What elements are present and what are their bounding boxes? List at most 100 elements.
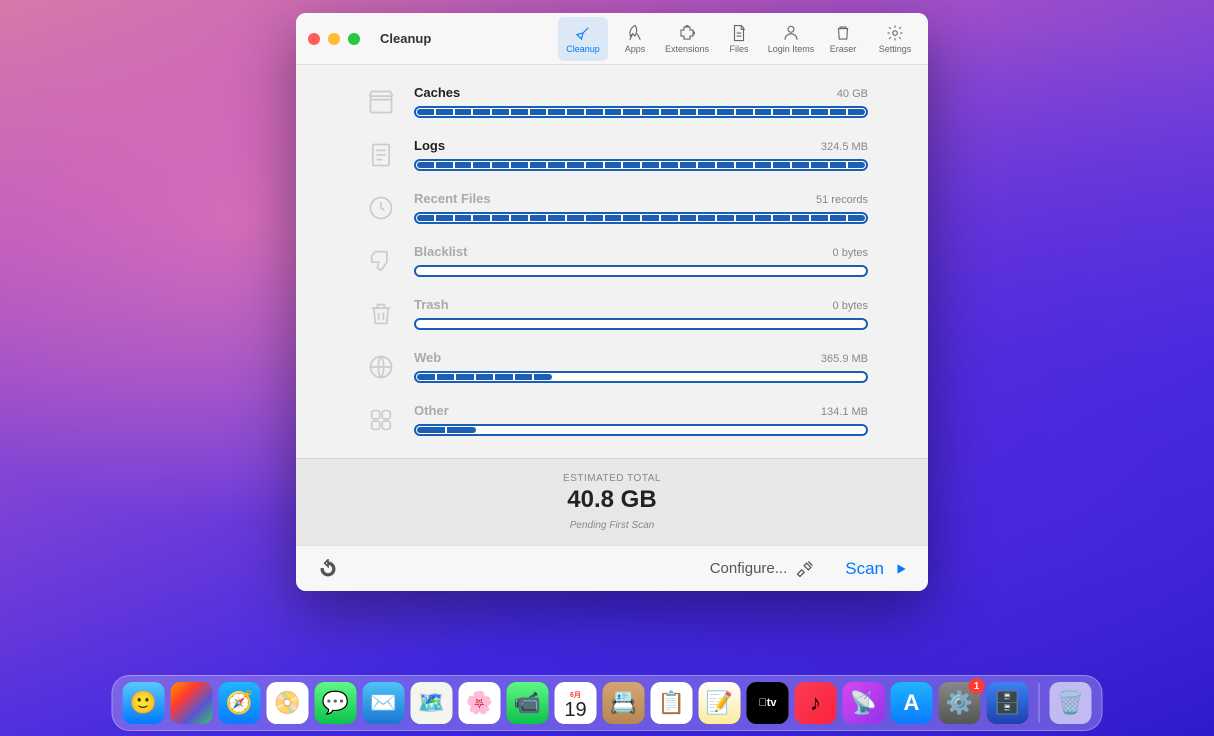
dock-reminders[interactable]: 📋 xyxy=(651,682,693,724)
progress-bar xyxy=(414,318,868,330)
dock-trash[interactable]: 🗑️ xyxy=(1050,682,1092,724)
toolbar-label: Eraser xyxy=(830,44,857,54)
reset-button[interactable] xyxy=(316,557,340,581)
category-name: Other xyxy=(414,403,449,418)
scan-label: Scan xyxy=(845,559,884,579)
dock-mail[interactable]: ✉️ xyxy=(363,682,405,724)
toolbar-files[interactable]: Files xyxy=(714,17,764,61)
scan-button[interactable]: Scan xyxy=(845,559,908,579)
configure-button[interactable]: Configure... xyxy=(710,559,816,579)
dock-photos[interactable]: 🌸 xyxy=(459,682,501,724)
globe-icon xyxy=(366,352,396,382)
dock-tv[interactable]: tv xyxy=(747,682,789,724)
grid-icon xyxy=(366,405,396,435)
maximize-button[interactable] xyxy=(348,33,360,45)
category-size: 324.5 MB xyxy=(821,141,868,153)
toolbar-label: Extensions xyxy=(665,44,709,54)
dock-chrome[interactable]: 📀 xyxy=(267,682,309,724)
toolbar: Cleanup Apps Extensions Files Login Item… xyxy=(558,17,920,61)
dock-calendar[interactable]: 6月 19 xyxy=(555,682,597,724)
progress-bar xyxy=(414,424,868,436)
toolbar-label: Apps xyxy=(625,44,646,54)
toolbar-cleanup[interactable]: Cleanup xyxy=(558,17,608,61)
dock-app-valentina[interactable]: 🗄️ xyxy=(987,682,1029,724)
dock: 🙂 🧭 📀 💬 ✉️ 🗺️ 🌸 📹 6月 19 📇 📋 📝 tv ♪ 📡 A … xyxy=(112,675,1103,731)
category-web[interactable]: Web365.9 MB xyxy=(366,350,868,383)
progress-bar xyxy=(414,159,868,171)
category-logs[interactable]: Logs 324.5 MB xyxy=(366,138,868,171)
category-size: 134.1 MB xyxy=(821,406,868,418)
broom-icon xyxy=(574,24,592,42)
category-size: 0 bytes xyxy=(833,300,868,312)
toolbar-apps[interactable]: Apps xyxy=(610,17,660,61)
progress-bar xyxy=(414,106,868,118)
rocket-icon xyxy=(626,24,644,42)
summary-footer: ESTIMATED TOTAL 40.8 GB Pending First Sc… xyxy=(296,458,928,545)
dock-messages[interactable]: 💬 xyxy=(315,682,357,724)
toolbar-label: Settings xyxy=(879,44,912,54)
box-icon xyxy=(366,87,396,117)
category-other[interactable]: Other 134.1 MB xyxy=(366,403,868,436)
category-blacklist[interactable]: Blacklist 0 bytes xyxy=(366,244,868,277)
category-recentfiles[interactable]: Recent Files 51 records xyxy=(366,191,868,224)
toolbar-label: Login Items xyxy=(768,44,815,54)
dock-notes[interactable]: 📝 xyxy=(699,682,741,724)
progress-bar xyxy=(414,371,868,383)
category-name: Trash xyxy=(414,297,449,312)
dock-finder[interactable]: 🙂 xyxy=(123,682,165,724)
estimated-label: ESTIMATED TOTAL xyxy=(296,473,928,484)
play-icon xyxy=(894,562,908,576)
progress-bar xyxy=(414,212,868,224)
dock-facetime[interactable]: 📹 xyxy=(507,682,549,724)
file-icon xyxy=(730,24,748,42)
category-name: Logs xyxy=(414,138,445,153)
category-name: Caches xyxy=(414,85,460,100)
dock-appstore[interactable]: A xyxy=(891,682,933,724)
user-icon xyxy=(782,24,800,42)
puzzle-icon xyxy=(678,24,696,42)
configure-label: Configure... xyxy=(710,560,788,577)
close-button[interactable] xyxy=(308,33,320,45)
toolbar-settings[interactable]: Settings xyxy=(870,17,920,61)
dock-launchpad[interactable] xyxy=(171,682,213,724)
scan-status: Pending First Scan xyxy=(296,520,928,531)
dock-podcasts[interactable]: 📡 xyxy=(843,682,885,724)
category-name: Recent Files xyxy=(414,191,491,206)
dock-music[interactable]: ♪ xyxy=(795,682,837,724)
trashcan-icon xyxy=(366,299,396,329)
toolbar-label: Files xyxy=(729,44,748,54)
clock-icon xyxy=(366,193,396,223)
toolbar-eraser[interactable]: Eraser xyxy=(818,17,868,61)
toolbar-label: Cleanup xyxy=(566,44,600,54)
calendar-day: 19 xyxy=(564,700,586,720)
category-trash[interactable]: Trash 0 bytes xyxy=(366,297,868,330)
toolbar-loginitems[interactable]: Login Items xyxy=(766,17,816,61)
category-size: 51 records xyxy=(816,194,868,206)
category-name: Web xyxy=(414,350,441,365)
dock-systempreferences[interactable]: ⚙️1 xyxy=(939,682,981,724)
document-icon xyxy=(366,140,396,170)
dock-contacts[interactable]: 📇 xyxy=(603,682,645,724)
estimated-total: 40.8 GB xyxy=(296,486,928,514)
minimize-button[interactable] xyxy=(328,33,340,45)
category-caches[interactable]: Caches 40 GB xyxy=(366,85,868,118)
window-controls xyxy=(308,33,360,45)
tools-icon xyxy=(795,559,815,579)
toolbar-extensions[interactable]: Extensions xyxy=(662,17,712,61)
badge: 1 xyxy=(969,678,985,694)
category-list: Caches 40 GB Logs 324.5 MB Recent Files 51 … xyxy=(296,65,928,458)
thumbsdown-icon xyxy=(366,246,396,276)
category-size: 40 GB xyxy=(837,88,868,100)
gear-icon xyxy=(886,24,904,42)
category-name: Blacklist xyxy=(414,244,467,259)
dock-safari[interactable]: 🧭 xyxy=(219,682,261,724)
dock-maps[interactable]: 🗺️ xyxy=(411,682,453,724)
calendar-month: 6月 xyxy=(570,687,581,700)
progress-bar xyxy=(414,265,868,277)
action-bar: Configure... Scan xyxy=(296,545,928,591)
cleanup-window: Cleanup Cleanup Apps Extensions Files Lo… xyxy=(296,13,928,591)
trash-icon xyxy=(834,24,852,42)
window-title: Cleanup xyxy=(380,31,431,46)
titlebar: Cleanup Cleanup Apps Extensions Files Lo… xyxy=(296,13,928,65)
category-size: 0 bytes xyxy=(833,247,868,259)
